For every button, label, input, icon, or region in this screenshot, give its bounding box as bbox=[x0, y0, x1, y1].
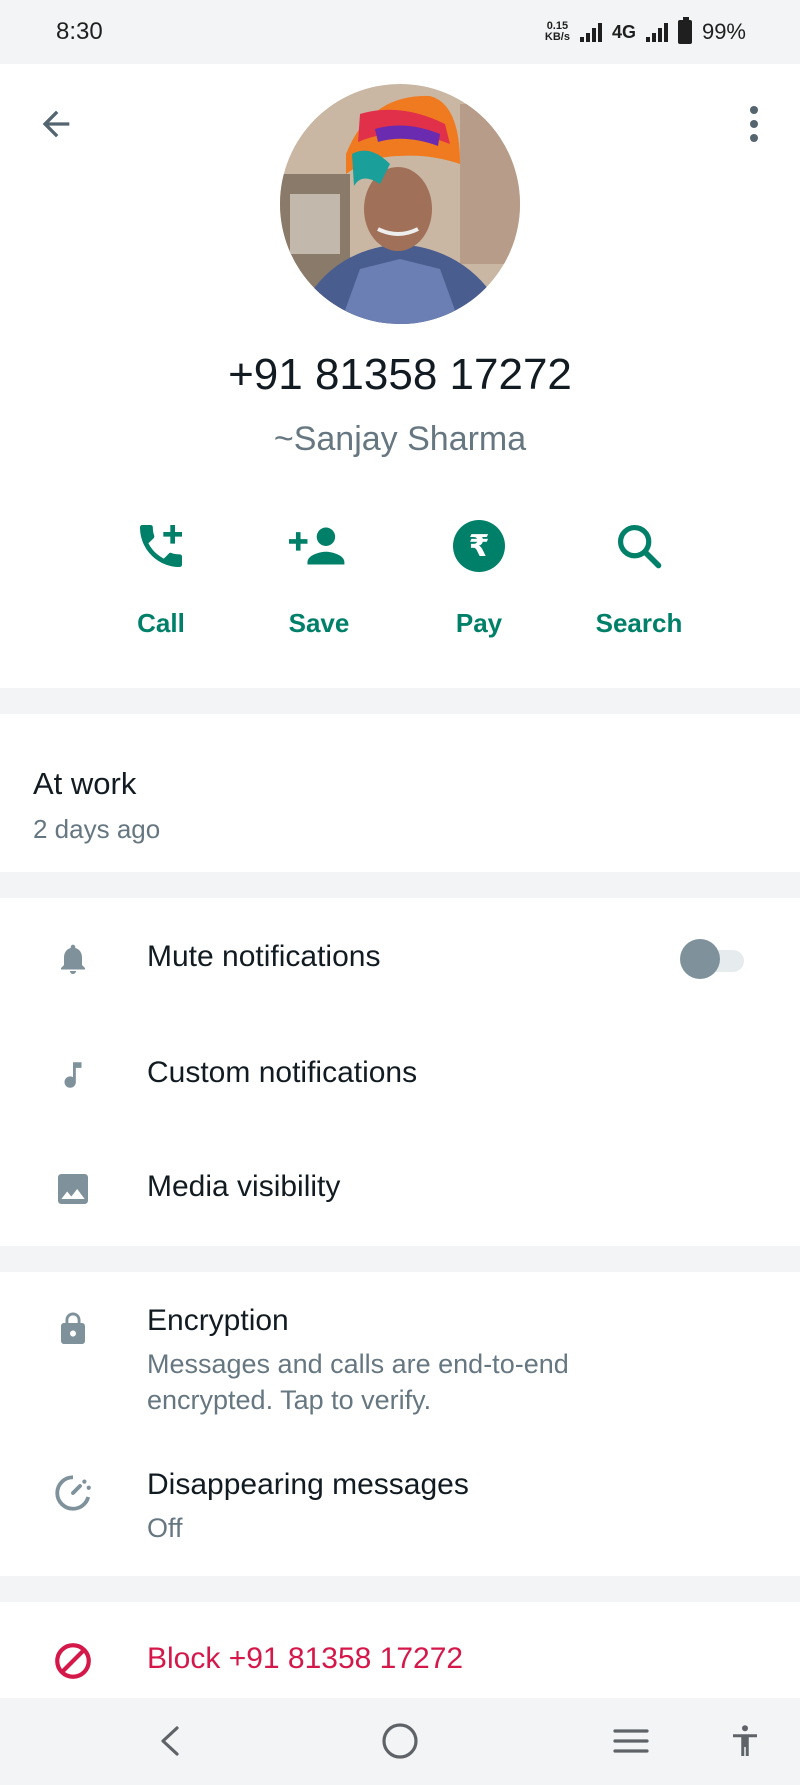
contact-display-name: ~Sanjay Sharma bbox=[273, 420, 527, 458]
encryption-row[interactable]: Encryption Messages and calls are end-to… bbox=[0, 1272, 800, 1432]
encryption-description-line2: encrypted. Tap to verify. bbox=[147, 1385, 432, 1415]
notification-settings: Mute notifications Custom notifications … bbox=[0, 898, 800, 1246]
signal-icon-2 bbox=[645, 22, 668, 42]
signal-icon bbox=[579, 22, 602, 42]
media-visibility-row[interactable]: Media visibility bbox=[0, 1132, 800, 1246]
contact-phone-number: +91 81358 17272 bbox=[228, 350, 572, 399]
call-button[interactable]: Call bbox=[91, 514, 231, 639]
status-icons: 0.15 KB/s 4G 99% bbox=[544, 17, 746, 45]
status-bar: 8:30 0.15 KB/s 4G 99% bbox=[0, 0, 800, 64]
menu-icon bbox=[613, 1729, 649, 1753]
battery-level: 99% bbox=[701, 19, 746, 44]
more-options-button[interactable] bbox=[736, 102, 772, 146]
pay-button[interactable]: ₹ Pay bbox=[409, 514, 549, 639]
system-nav-bar bbox=[0, 1698, 800, 1785]
block-contact-label: Block +91 81358 17272 bbox=[147, 1642, 464, 1675]
mute-notifications-row[interactable]: Mute notifications bbox=[0, 898, 800, 1016]
music-note-icon bbox=[52, 1054, 94, 1096]
add-call-icon bbox=[140, 525, 182, 567]
accessibility-button[interactable] bbox=[720, 1716, 770, 1766]
disappearing-messages-value: Off bbox=[147, 1513, 183, 1543]
nav-recents-button[interactable] bbox=[606, 1716, 656, 1766]
contact-avatar[interactable] bbox=[280, 84, 520, 324]
back-button[interactable] bbox=[36, 104, 76, 144]
more-vert-icon bbox=[750, 106, 758, 142]
quick-actions: Call Save ₹ Pay Search bbox=[0, 514, 800, 664]
block-icon bbox=[52, 1640, 94, 1682]
net-speed: 0.15 KB/s bbox=[544, 20, 570, 43]
timer-icon bbox=[52, 1472, 94, 1514]
encryption-description-line1: Messages and calls are end-to-end bbox=[147, 1349, 569, 1379]
about-date: 2 days ago bbox=[33, 814, 161, 844]
battery-icon bbox=[677, 17, 692, 44]
mute-toggle[interactable] bbox=[680, 939, 744, 979]
image-icon bbox=[52, 1168, 94, 1210]
disappearing-messages-row[interactable]: Disappearing messages Off bbox=[0, 1432, 800, 1576]
lock-icon bbox=[52, 1308, 94, 1350]
status-time: 8:30 bbox=[56, 18, 103, 45]
contact-header: +91 81358 17272 ~Sanjay Sharma Call Save bbox=[0, 64, 800, 688]
svg-text:₹: ₹ bbox=[469, 529, 490, 564]
about-text: At work bbox=[33, 766, 137, 801]
network-type: 4G bbox=[611, 21, 636, 42]
nav-back-button[interactable] bbox=[145, 1716, 195, 1766]
search-icon bbox=[617, 524, 662, 569]
chevron-left-icon bbox=[161, 1726, 179, 1756]
custom-notifications-row[interactable]: Custom notifications bbox=[0, 1016, 800, 1132]
search-button[interactable]: Search bbox=[569, 514, 709, 639]
arrow-back-icon bbox=[42, 110, 70, 138]
bell-icon bbox=[52, 938, 94, 980]
about-section[interactable]: At work 2 days ago bbox=[0, 714, 800, 872]
save-contact-button[interactable]: Save bbox=[249, 514, 389, 639]
nav-home-button[interactable] bbox=[375, 1716, 425, 1766]
rupee-icon: ₹ bbox=[453, 520, 505, 572]
accessibility-icon bbox=[733, 1725, 757, 1756]
add-person-icon bbox=[289, 527, 345, 565]
block-contact-row[interactable]: Block +91 81358 17272 bbox=[0, 1602, 800, 1698]
block-section: Block +91 81358 17272 bbox=[0, 1602, 800, 1698]
home-circle-icon bbox=[382, 1723, 418, 1759]
profile-photo bbox=[280, 84, 520, 324]
privacy-settings: Encryption Messages and calls are end-to… bbox=[0, 1272, 800, 1576]
